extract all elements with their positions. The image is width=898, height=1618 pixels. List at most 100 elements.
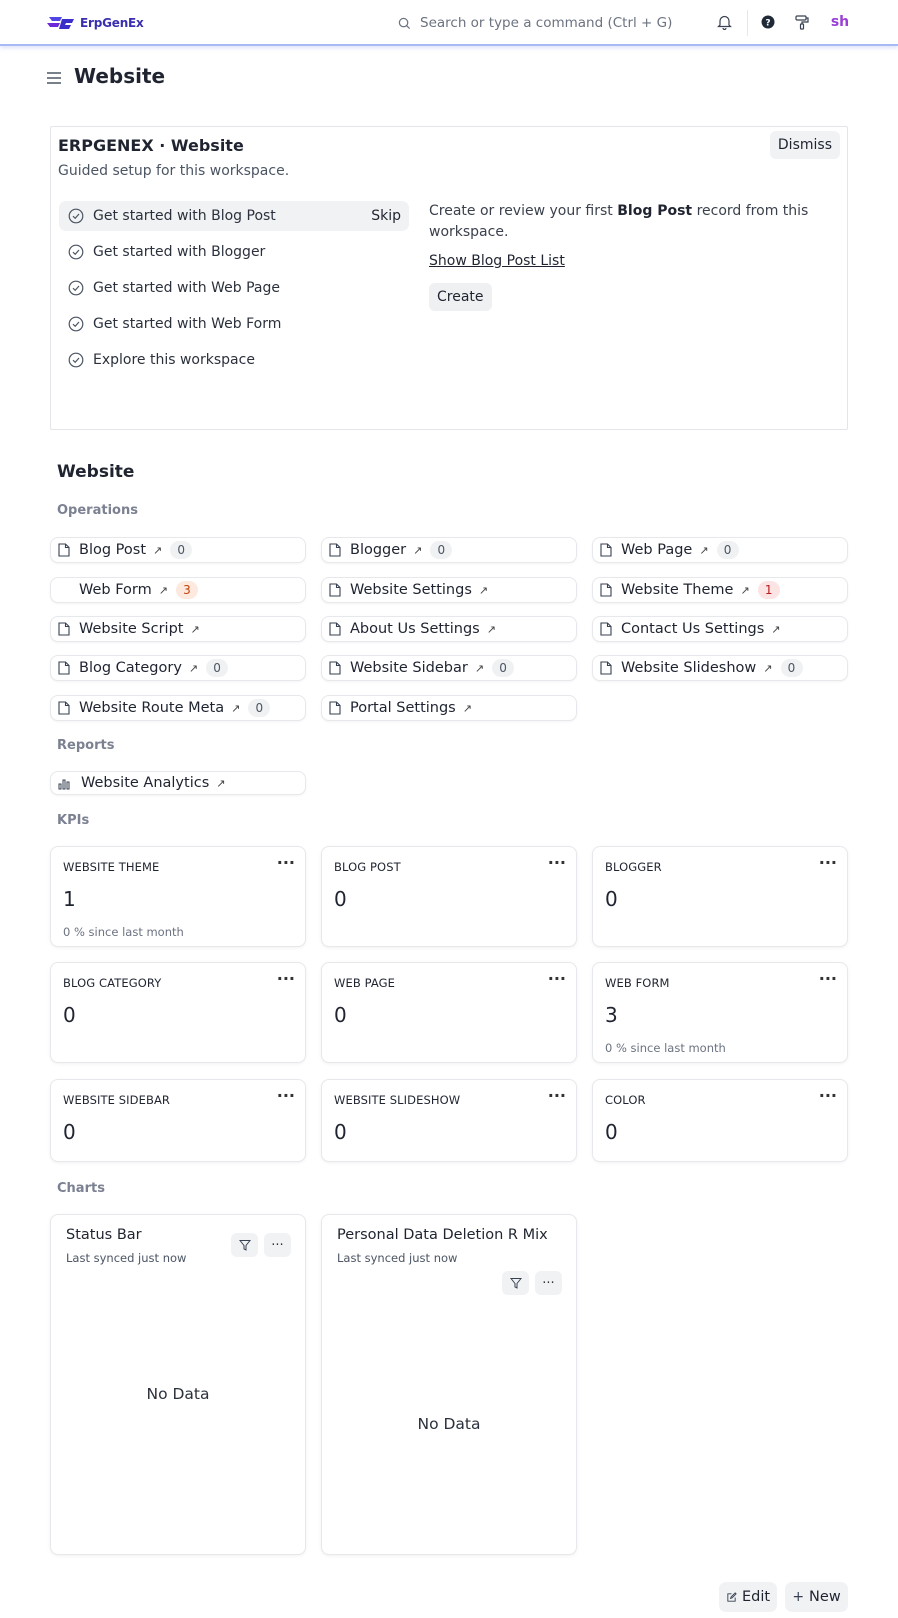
shortcut-portal-settings[interactable]: Portal Settings ↗ — [321, 695, 577, 721]
search-bar[interactable]: Search or type a command (Ctrl + G) — [398, 12, 688, 34]
arrow-up-right-icon: ↗ — [190, 622, 200, 636]
sidebar-toggle-icon[interactable] — [46, 70, 62, 86]
help-icon[interactable]: ? — [757, 11, 779, 33]
document-icon — [329, 583, 341, 597]
user-avatar[interactable]: sh — [828, 10, 852, 34]
navbar-divider — [747, 10, 748, 36]
shortcut-website-theme[interactable]: Website Theme ↗ 1 — [592, 577, 848, 603]
kpi-label: WEB FORM — [605, 976, 670, 990]
onboarding-step[interactable]: Explore this workspace — [59, 345, 409, 375]
document-icon — [58, 661, 70, 675]
more-options-icon[interactable]: ··· — [548, 969, 566, 988]
onboarding-step[interactable]: Get started with Blogger — [59, 237, 409, 267]
count-badge: 1 — [757, 581, 780, 599]
shortcut-web-page[interactable]: Web Page ↗ 0 — [592, 537, 848, 563]
kpi-card[interactable]: WEBSITE THEME ··· 1 0 % since last month — [50, 846, 306, 947]
document-icon — [58, 622, 70, 636]
kpi-card[interactable]: BLOG CATEGORY ··· 0 — [50, 962, 306, 1063]
kpi-card[interactable]: COLOR ··· 0 — [592, 1079, 848, 1162]
shortcut-blogger[interactable]: Blogger ↗ 0 — [321, 537, 577, 563]
document-icon — [600, 622, 612, 636]
arrow-up-right-icon: ↗ — [771, 622, 781, 636]
shortcut-label: Portal Settings — [350, 700, 456, 716]
count-badge: 0 — [716, 541, 739, 559]
shortcut-website-script[interactable]: Website Script ↗ — [50, 616, 306, 642]
document-icon — [329, 701, 341, 715]
more-options-icon[interactable]: ··· — [819, 969, 837, 988]
shortcut-contact-us-settings[interactable]: Contact Us Settings ↗ — [592, 616, 848, 642]
onboarding-description: Create or review your first Blog Post re… — [429, 203, 809, 240]
kpi-note: 0 % since last month — [63, 925, 184, 939]
search-input[interactable]: Search or type a command (Ctrl + G) — [420, 15, 672, 31]
notification-bell-icon[interactable] — [713, 11, 735, 33]
more-options-icon[interactable]: ··· — [819, 1086, 837, 1105]
shortcut-website-settings[interactable]: Website Settings ↗ — [321, 577, 577, 603]
kpi-card[interactable]: WEB PAGE ··· 0 — [321, 962, 577, 1063]
kpi-card[interactable]: BLOGGER ··· 0 — [592, 846, 848, 947]
search-icon — [398, 17, 411, 29]
onboarding-step[interactable]: Get started with Blog Post Skip — [59, 201, 409, 231]
check-circle-icon — [68, 352, 84, 368]
document-icon — [600, 661, 612, 675]
shortcut-website-slideshow[interactable]: Website Slideshow ↗ 0 — [592, 655, 848, 681]
new-button[interactable]: + New — [785, 1582, 848, 1612]
shortcut-label: Website Route Meta — [79, 700, 225, 716]
arrow-up-right-icon: ↗ — [763, 661, 773, 675]
more-options-icon[interactable]: ··· — [548, 1086, 566, 1105]
kpi-label: BLOG CATEGORY — [63, 976, 162, 990]
shortcut-website-route-meta[interactable]: Website Route Meta ↗ 0 — [50, 695, 306, 721]
check-circle-icon — [68, 280, 84, 296]
shortcut-blog-category[interactable]: Blog Category ↗ 0 — [50, 655, 306, 681]
onboarding-step-label: Get started with Blog Post — [93, 208, 276, 224]
paint-roller-icon[interactable] — [791, 11, 813, 33]
navbar: ErpGenEx Search or type a command (Ctrl … — [0, 0, 898, 46]
create-button[interactable]: Create — [429, 283, 492, 311]
more-options-icon[interactable]: ··· — [819, 853, 837, 872]
filter-icon[interactable] — [231, 1233, 258, 1257]
kpi-card[interactable]: WEBSITE SLIDESHOW ··· 0 — [321, 1079, 577, 1162]
shortcut-website-sidebar[interactable]: Website Sidebar ↗ 0 — [321, 655, 577, 681]
onboarding-step[interactable]: Get started with Web Form — [59, 309, 409, 339]
document-icon — [329, 543, 341, 557]
kpi-card[interactable]: WEBSITE SIDEBAR ··· 0 — [50, 1079, 306, 1162]
dismiss-button[interactable]: Dismiss — [769, 131, 840, 159]
document-icon — [600, 583, 612, 597]
arrow-up-right-icon: ↗ — [188, 661, 199, 675]
workspace-section-title: Website — [57, 462, 135, 482]
onboarding-step[interactable]: Get started with Web Page — [59, 273, 409, 303]
kpi-card[interactable]: WEB FORM ··· 3 0 % since last month — [592, 962, 848, 1063]
more-options-icon[interactable]: ··· — [264, 1233, 291, 1257]
show-list-link[interactable]: Show Blog Post List — [429, 253, 565, 269]
count-badge: 0 — [780, 659, 803, 677]
shortcut-web-form[interactable]: Web Form ↗ 3 — [50, 577, 306, 603]
kpi-card[interactable]: BLOG POST ··· 0 — [321, 846, 577, 947]
more-options-icon[interactable]: ··· — [548, 853, 566, 872]
logo-icon — [47, 17, 74, 29]
arrow-up-right-icon: ↗ — [158, 583, 168, 597]
shortcut-label: Website Sidebar — [350, 660, 468, 676]
arrow-up-right-icon: ↗ — [216, 776, 226, 790]
app-logo[interactable]: ErpGenEx — [46, 12, 144, 34]
count-badge: 0 — [206, 659, 229, 677]
kpi-value: 1 — [63, 887, 76, 911]
edit-button[interactable]: Edit — [719, 1582, 777, 1612]
chart-sync-status: Last synced just now — [66, 1251, 187, 1265]
report-website-analytics[interactable]: Website Analytics ↗ — [50, 771, 306, 795]
more-options-icon[interactable]: ··· — [277, 1086, 295, 1105]
shortcut-blog-post[interactable]: Blog Post ↗ 0 — [50, 537, 306, 563]
kpi-label: WEBSITE SLIDESHOW — [334, 1093, 461, 1107]
skip-button[interactable]: Skip — [371, 208, 401, 224]
kpi-label: BLOGGER — [605, 860, 662, 874]
onboarding-step-label: Get started with Blogger — [93, 244, 266, 260]
shortcut-about-us-settings[interactable]: About Us Settings ↗ — [321, 616, 577, 642]
count-badge: 0 — [248, 699, 271, 717]
document-icon — [329, 622, 341, 636]
more-options-icon[interactable]: ··· — [277, 853, 295, 872]
chart-sync-status: Last synced just now — [337, 1251, 458, 1265]
charts-label: Charts — [57, 1181, 105, 1196]
kpi-label: BLOG POST — [334, 860, 401, 874]
more-options-icon[interactable]: ··· — [535, 1271, 562, 1295]
more-options-icon[interactable]: ··· — [277, 969, 295, 988]
kpi-label: WEBSITE SIDEBAR — [63, 1093, 171, 1107]
filter-icon[interactable] — [502, 1271, 529, 1295]
